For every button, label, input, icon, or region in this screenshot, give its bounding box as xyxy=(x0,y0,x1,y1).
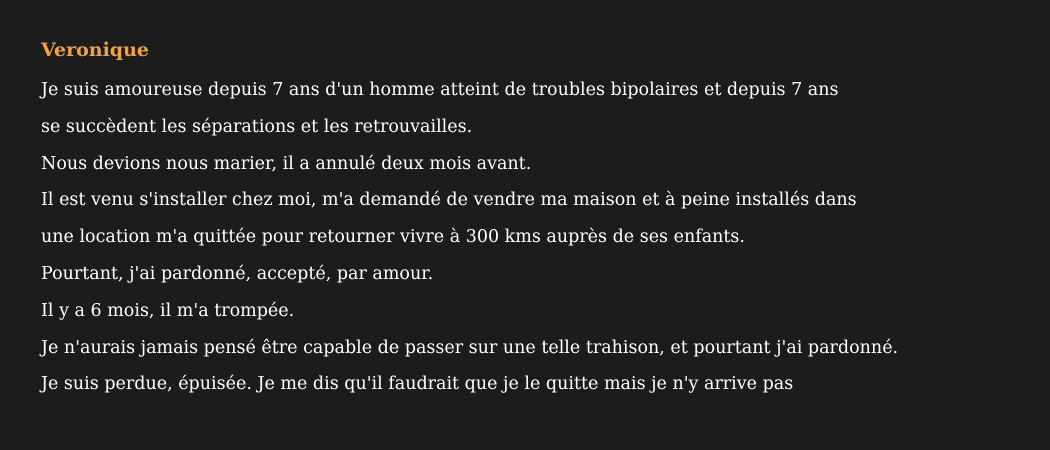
message-line: Il y a 6 mois, il m'a trompée. xyxy=(41,300,295,321)
message-line: Nous devions nous marier, il a annulé de… xyxy=(41,153,532,174)
author-name: Veronique xyxy=(41,39,149,61)
message-line: Je n'aurais jamais pensé être capable de… xyxy=(41,337,899,358)
message-body: Je suis amoureuse depuis 7 ans d'un homm… xyxy=(41,72,1041,403)
message-line: Pourtant, j'ai pardonné, accepté, par am… xyxy=(41,263,434,284)
message-line: se succèdent les séparations et les retr… xyxy=(41,116,473,137)
message-line: Je suis amoureuse depuis 7 ans d'un homm… xyxy=(41,80,839,100)
testimonial-post: Veronique Je suis amoureuse depuis 7 ans… xyxy=(41,36,1041,403)
message-line: Je suis perdue, épuisée. Je me dis qu'il… xyxy=(41,374,794,395)
message-line: Il est venu s'installer chez moi, m'a de… xyxy=(41,190,857,211)
message-line: une location m'a quittée pour retourner … xyxy=(41,227,745,248)
